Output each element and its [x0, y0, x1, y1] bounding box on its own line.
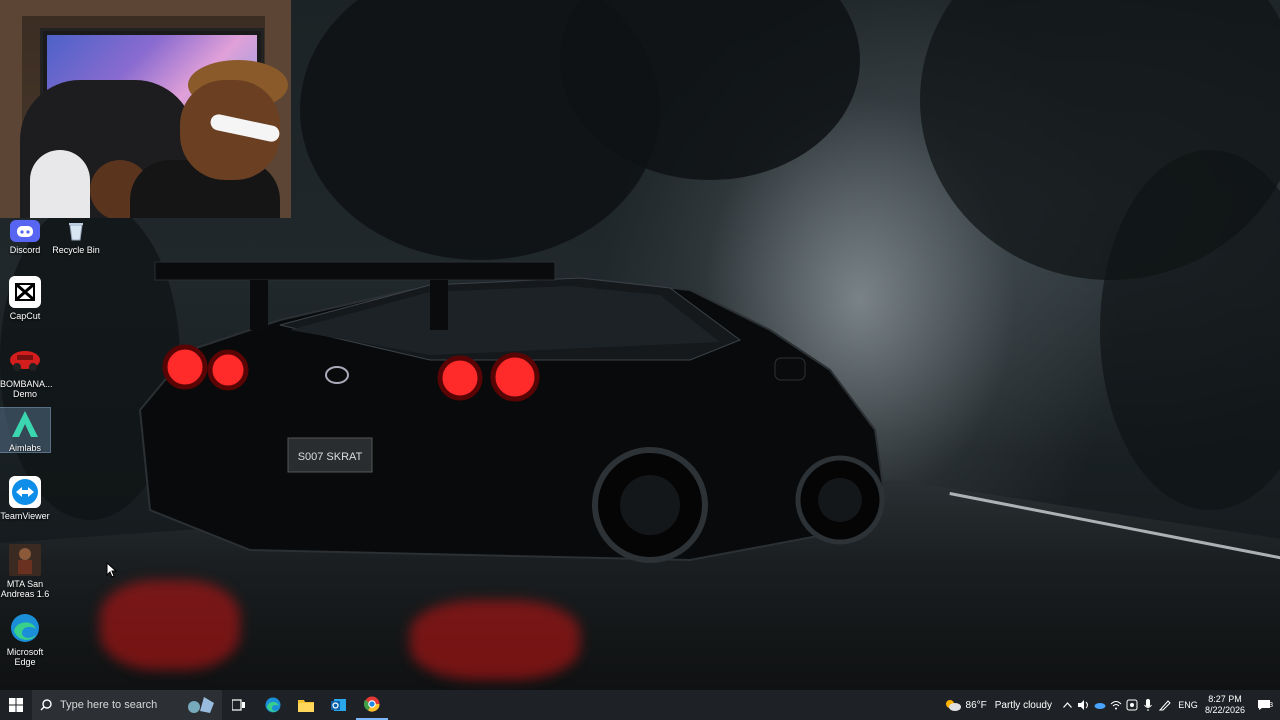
task-view-icon	[232, 699, 245, 711]
desktop-icon-label: Discord	[9, 245, 41, 255]
tray-volume-button[interactable]	[1076, 690, 1092, 720]
weather-description: Partly cloudy	[994, 699, 1052, 711]
shelf-left	[0, 0, 22, 218]
partly-cloudy-icon	[945, 700, 961, 711]
desktop-icon-teamviewer[interactable]: TeamViewer	[0, 476, 50, 521]
bombana-icon	[9, 344, 41, 376]
microphone-icon	[1144, 699, 1152, 711]
mta-icon	[9, 544, 41, 576]
search-highlight-icon	[188, 697, 214, 713]
desktop-icon-label: Aimlabs	[8, 443, 41, 453]
start-button[interactable]	[0, 690, 32, 720]
wifi-icon	[1110, 701, 1122, 710]
webcam-overlay	[0, 0, 291, 218]
clock-time: 8:27 PM	[1208, 694, 1242, 704]
desktop-icon-edge[interactable]: Microsoft Edge	[0, 612, 50, 667]
task-view-button[interactable]	[222, 690, 256, 720]
desktop-icon-discord[interactable]: Discord	[0, 220, 50, 255]
recycle-bin-icon	[61, 220, 91, 242]
notification-count: 3	[1269, 702, 1273, 709]
red-reflection	[100, 580, 240, 670]
discord-icon	[10, 220, 40, 242]
cloud-icon	[1094, 703, 1106, 709]
search-icon	[40, 699, 52, 711]
license-plate: S007 SKRAT	[298, 451, 363, 463]
shelf	[0, 0, 291, 16]
car-image: S007 SKRAT	[138, 261, 887, 563]
taskbar-search-box[interactable]: Type here to search	[32, 690, 222, 720]
notification-center-button[interactable]: 3	[1248, 690, 1280, 720]
edge-icon	[265, 697, 281, 713]
red-reflection	[410, 600, 580, 680]
file-explorer-icon	[298, 700, 314, 712]
desktop-icon-label: CapCut	[9, 311, 41, 321]
desktop-icon-label: TeamViewer	[0, 511, 50, 521]
volume-icon	[1078, 700, 1088, 710]
taskbar-outlook-button[interactable]	[322, 690, 356, 720]
mouse-cursor-icon	[106, 562, 118, 578]
taskbar-edge-button[interactable]	[256, 690, 290, 720]
desktop-icon-capcut[interactable]: CapCut	[0, 276, 50, 321]
desktop-icon-label: MTA San Andreas 1.6	[0, 579, 50, 599]
app-tray-icon	[1126, 699, 1138, 711]
capcut-icon	[9, 276, 41, 308]
taskbar-file-explorer-button[interactable]	[290, 690, 322, 720]
desktop-icon-label: BOMBANA... Demo	[0, 379, 53, 399]
teamviewer-icon	[9, 476, 41, 508]
input-language-button[interactable]: ENG	[1174, 690, 1202, 720]
chrome-icon	[364, 696, 380, 712]
tray-network-button[interactable]	[1108, 690, 1124, 720]
language-indicator: ENG	[1178, 700, 1198, 710]
taskbar-chrome-button[interactable]	[356, 690, 388, 720]
tray-pen-button[interactable]	[1156, 690, 1174, 720]
desktop-icon-mta[interactable]: MTA San Andreas 1.6	[0, 544, 50, 599]
clock-date: 8/22/2026	[1204, 705, 1246, 715]
desktop-icon-label: Microsoft Edge	[6, 647, 44, 667]
aimlabs-icon	[9, 408, 41, 440]
show-hidden-icons-button[interactable]	[1058, 690, 1076, 720]
pen-icon	[1159, 700, 1171, 711]
chair-accent	[30, 150, 90, 218]
weather-widget[interactable]: 86°F Partly cloudy	[938, 690, 1058, 720]
tray-onedrive-button[interactable]	[1092, 690, 1108, 720]
windows-logo-icon	[9, 698, 23, 712]
outlook-icon	[331, 699, 346, 711]
weather-temperature: 86°F	[965, 699, 987, 711]
taskbar: Type here to search 86°F Partly cloudy E…	[0, 690, 1280, 720]
desktop-icon-aimlabs[interactable]: Aimlabs	[0, 407, 51, 453]
tray-microphone-button[interactable]	[1140, 690, 1156, 720]
clock-button[interactable]: 8:27 PM 8/22/2026	[1202, 690, 1248, 720]
desktop-icon-bombana[interactable]: BOMBANA... Demo	[0, 344, 53, 399]
desktop-icon-label: Recycle Bin	[52, 245, 100, 255]
search-placeholder: Type here to search	[60, 699, 158, 711]
tray-app-button[interactable]	[1124, 690, 1140, 720]
edge-icon	[9, 612, 41, 644]
desktop-icon-recycle-bin[interactable]: Recycle Bin	[51, 220, 101, 255]
chevron-up-icon	[1062, 702, 1072, 708]
